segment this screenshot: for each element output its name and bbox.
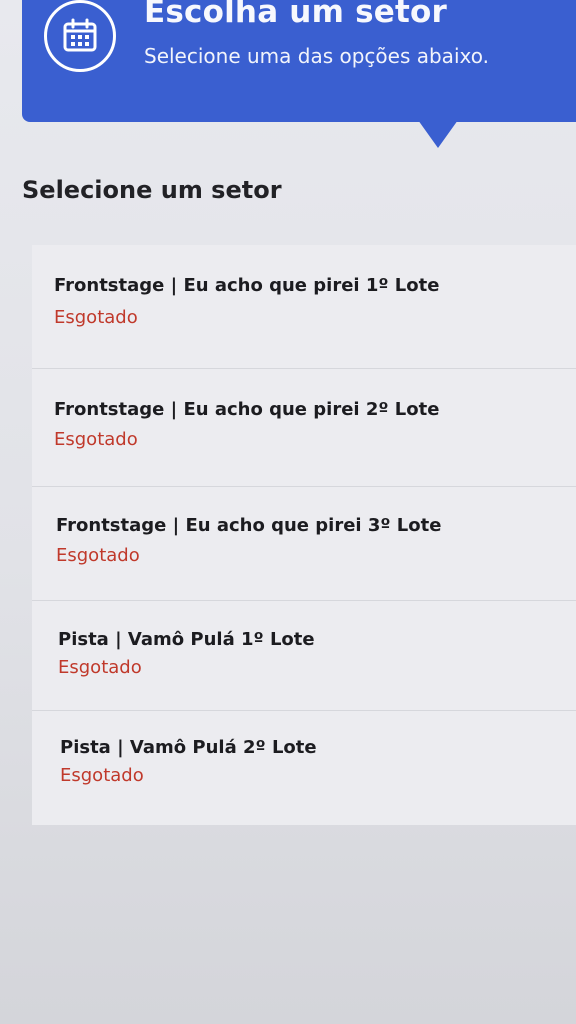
sector-item-frontstage-3[interactable]: Frontstage | Eu acho que pirei 3º Lote E… [32, 487, 576, 601]
sector-status: Esgotado [60, 765, 144, 786]
sector-name: Pista | Vamô Pulá 2º Lote [60, 737, 317, 758]
header-title: Escolha um setor [144, 0, 447, 30]
sector-name: Frontstage | Eu acho que pirei 1º Lote [54, 275, 440, 296]
sector-item-frontstage-2[interactable]: Frontstage | Eu acho que pirei 2º Lote E… [32, 369, 576, 487]
sector-name: Frontstage | Eu acho que pirei 2º Lote [54, 399, 440, 420]
sector-list: Frontstage | Eu acho que pirei 1º Lote E… [32, 245, 576, 825]
header-subtitle: Selecione uma das opções abaixo. [144, 44, 489, 68]
sector-name: Frontstage | Eu acho que pirei 3º Lote [56, 515, 442, 536]
sector-item-frontstage-1[interactable]: Frontstage | Eu acho que pirei 1º Lote E… [32, 245, 576, 369]
sector-status: Esgotado [54, 307, 138, 328]
header-banner: Escolha um setor Selecione uma das opçõe… [22, 0, 576, 122]
calendar-icon [44, 0, 116, 72]
sector-status: Esgotado [54, 429, 138, 450]
sector-status: Esgotado [56, 545, 140, 566]
sector-name: Pista | Vamô Pulá 1º Lote [58, 629, 315, 650]
sector-item-pista-1[interactable]: Pista | Vamô Pulá 1º Lote Esgotado [32, 601, 576, 711]
page: Escolha um setor Selecione uma das opçõe… [0, 0, 576, 1024]
header-pointer [418, 120, 458, 148]
section-title: Selecione um setor [22, 176, 282, 204]
sector-status: Esgotado [58, 657, 142, 678]
sector-item-pista-2[interactable]: Pista | Vamô Pulá 2º Lote Esgotado [32, 711, 576, 825]
